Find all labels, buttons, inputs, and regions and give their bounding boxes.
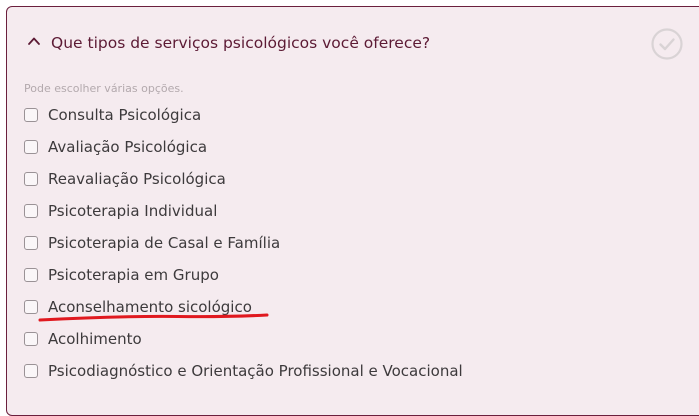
- checkbox[interactable]: [24, 332, 38, 346]
- option-label: Reavaliação Psicológica: [48, 170, 226, 188]
- option-label: Avaliação Psicológica: [48, 138, 208, 156]
- checkbox[interactable]: [24, 300, 38, 314]
- checkbox[interactable]: [24, 172, 38, 186]
- option-label: Psicoterapia em Grupo: [48, 266, 219, 284]
- option-psicoterapia-casal-familia[interactable]: Psicoterapia de Casal e Família: [24, 231, 280, 255]
- checkbox[interactable]: [24, 236, 38, 250]
- option-label: Psicoterapia Individual: [48, 202, 218, 220]
- option-acolhimento[interactable]: Acolhimento: [24, 327, 142, 351]
- checkbox[interactable]: [24, 204, 38, 218]
- checkbox[interactable]: [24, 108, 38, 122]
- check-circle-icon: [651, 28, 683, 60]
- option-label: Psicodiagnóstico e Orientação Profission…: [48, 362, 463, 380]
- checkbox[interactable]: [24, 268, 38, 282]
- question-title: Que tipos de serviços psicológicos você …: [51, 34, 431, 52]
- option-reavaliacao-psicologica[interactable]: Reavaliação Psicológica: [24, 167, 226, 191]
- option-avaliacao-psicologica[interactable]: Avaliação Psicológica: [24, 135, 207, 159]
- question-panel: Que tipos de serviços psicológicos você …: [6, 6, 699, 416]
- option-psicoterapia-individual[interactable]: Psicoterapia Individual: [24, 199, 217, 223]
- checkbox[interactable]: [24, 140, 38, 154]
- option-label: Acolhimento: [48, 330, 142, 348]
- red-underline-annotation: [38, 313, 269, 322]
- option-psicodiagnostico[interactable]: Psicodiagnóstico e Orientação Profission…: [24, 359, 463, 383]
- question-header[interactable]: Que tipos de serviços psicológicos você …: [7, 7, 699, 69]
- option-consulta-psicologica[interactable]: Consulta Psicológica: [24, 103, 201, 127]
- option-label: Consulta Psicológica: [48, 106, 202, 124]
- option-psicoterapia-grupo[interactable]: Psicoterapia em Grupo: [24, 263, 219, 287]
- chevron-up-icon[interactable]: [27, 34, 41, 48]
- checkbox[interactable]: [24, 364, 38, 378]
- option-label: Psicoterapia de Casal e Família: [48, 234, 281, 252]
- question-hint: Pode escolher várias opções.: [24, 82, 184, 95]
